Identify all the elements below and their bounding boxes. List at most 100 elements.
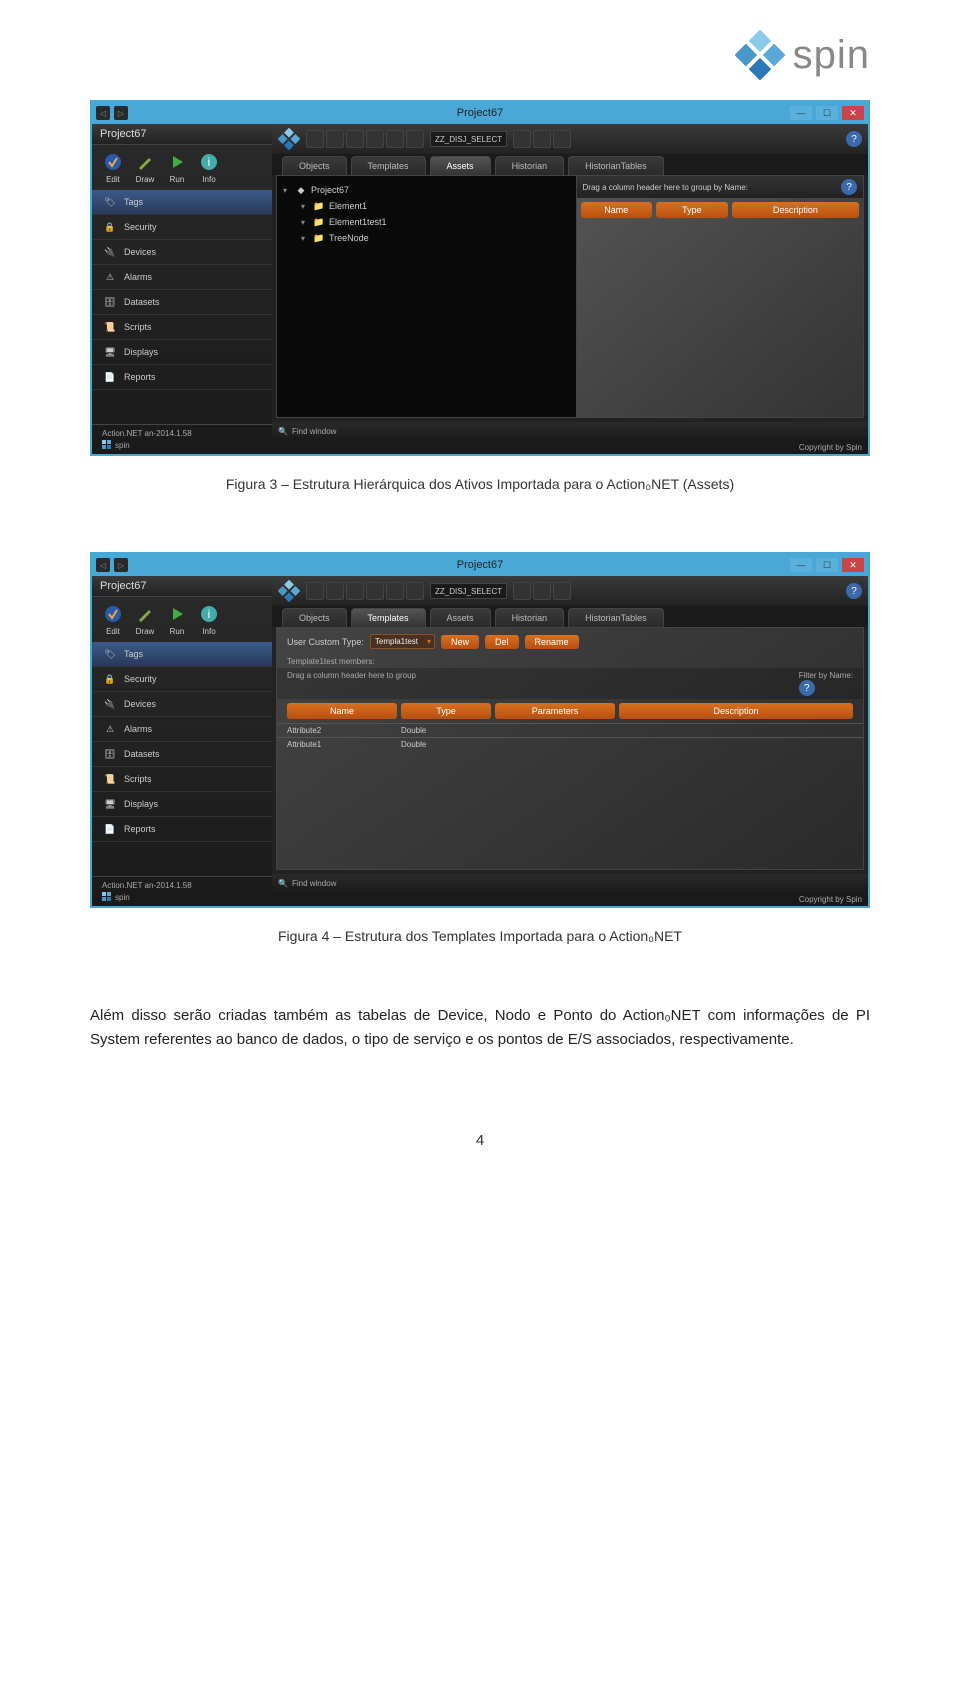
search-icon: 🔍 bbox=[278, 879, 288, 888]
template-type-select[interactable]: Templa1test bbox=[370, 634, 435, 649]
sidebar-item-security[interactable]: 🔒Security bbox=[92, 667, 272, 692]
project-header[interactable]: Project67 bbox=[92, 124, 272, 145]
mode-info[interactable]: iInfo bbox=[198, 151, 220, 184]
mode-run[interactable]: Run bbox=[166, 151, 188, 184]
tab-historiantables[interactable]: HistorianTables bbox=[568, 156, 664, 175]
column-header-name[interactable]: Name bbox=[581, 202, 653, 218]
del-button[interactable]: Del bbox=[485, 635, 519, 649]
expand-icon[interactable]: ▾ bbox=[283, 186, 291, 195]
mode-info[interactable]: iInfo bbox=[198, 603, 220, 636]
tool-button[interactable] bbox=[346, 130, 364, 148]
tree-node[interactable]: ▾📁Element1 bbox=[283, 198, 570, 214]
nav-back-button[interactable]: ◁ bbox=[96, 106, 110, 120]
mode-draw[interactable]: Draw bbox=[134, 151, 156, 184]
sidebar-item-tags[interactable]: 🏷Tags bbox=[92, 642, 272, 667]
find-bar[interactable]: 🔍Find window bbox=[272, 874, 868, 892]
new-button[interactable]: New bbox=[441, 635, 479, 649]
sidebar-item-scripts[interactable]: 📜Scripts bbox=[92, 767, 272, 792]
tool-button[interactable] bbox=[533, 582, 551, 600]
figure-caption-1: Figura 3 – Estrutura Hierárquica dos Ati… bbox=[90, 476, 870, 492]
table-row[interactable]: Attribute2 Double bbox=[277, 723, 863, 737]
minimize-button[interactable]: — bbox=[790, 106, 812, 120]
mode-edit[interactable]: Edit bbox=[102, 151, 124, 184]
sidebar-item-security[interactable]: 🔒Security bbox=[92, 215, 272, 240]
tool-button[interactable] bbox=[406, 582, 424, 600]
help-button[interactable]: ? bbox=[841, 179, 857, 195]
nav-fwd-button[interactable]: ▷ bbox=[114, 106, 128, 120]
tab-templates[interactable]: Templates bbox=[351, 608, 426, 627]
properties-grid: Drag a column header here to group by Na… bbox=[576, 176, 864, 417]
tool-button[interactable] bbox=[306, 130, 324, 148]
expand-icon[interactable]: ▾ bbox=[301, 234, 309, 243]
close-button[interactable]: ✕ bbox=[842, 106, 864, 120]
expand-icon[interactable]: ▾ bbox=[301, 218, 309, 227]
tree-node[interactable]: ▾◆Project67 bbox=[283, 182, 570, 198]
nav-back-button[interactable]: ◁ bbox=[96, 558, 110, 572]
nav-fwd-button[interactable]: ▷ bbox=[114, 558, 128, 572]
tool-button[interactable] bbox=[406, 130, 424, 148]
close-button[interactable]: ✕ bbox=[842, 558, 864, 572]
sidebar-item-reports[interactable]: 📄Reports bbox=[92, 365, 272, 390]
tool-button[interactable] bbox=[513, 582, 531, 600]
column-header-description[interactable]: Description bbox=[619, 703, 853, 719]
maximize-button[interactable]: ☐ bbox=[816, 106, 838, 120]
sidebar-item-displays[interactable]: 🖥Displays bbox=[92, 792, 272, 817]
tab-templates[interactable]: Templates bbox=[351, 156, 426, 175]
version-footer: Action.NET an-2014.1.58 spin bbox=[92, 424, 272, 454]
column-header-type[interactable]: Type bbox=[401, 703, 491, 719]
sidebar-item-datasets[interactable]: 🗄Datasets bbox=[92, 742, 272, 767]
sidebar-item-reports[interactable]: 📄Reports bbox=[92, 817, 272, 842]
tool-button[interactable] bbox=[386, 130, 404, 148]
tab-historiantables[interactable]: HistorianTables bbox=[568, 608, 664, 627]
help-button[interactable]: ? bbox=[846, 131, 862, 147]
help-button[interactable]: ? bbox=[799, 680, 815, 696]
sidebar-item-tags[interactable]: 🏷Tags bbox=[92, 190, 272, 215]
spin-logo-icon bbox=[735, 30, 785, 80]
project-header[interactable]: Project67 bbox=[92, 576, 272, 597]
help-button[interactable]: ? bbox=[846, 583, 862, 599]
toolbar: ZZ_DISJ_SELECT ? bbox=[272, 124, 868, 154]
tab-historian[interactable]: Historian bbox=[495, 608, 565, 627]
maximize-button[interactable]: ☐ bbox=[816, 558, 838, 572]
sidebar-item-datasets[interactable]: 🗄Datasets bbox=[92, 290, 272, 315]
tool-button[interactable] bbox=[553, 130, 571, 148]
tool-button[interactable] bbox=[513, 130, 531, 148]
tab-assets[interactable]: Assets bbox=[430, 608, 491, 627]
sidebar-item-alarms[interactable]: ⚠Alarms bbox=[92, 265, 272, 290]
tree-node[interactable]: ▾📁TreeNode bbox=[283, 230, 570, 246]
tool-button[interactable] bbox=[366, 130, 384, 148]
tool-button[interactable] bbox=[366, 582, 384, 600]
toolbar-combo[interactable]: ZZ_DISJ_SELECT bbox=[430, 131, 507, 147]
tool-button[interactable] bbox=[533, 130, 551, 148]
mode-run[interactable]: Run bbox=[166, 603, 188, 636]
find-bar[interactable]: 🔍Find window bbox=[272, 422, 868, 440]
tab-historian[interactable]: Historian bbox=[495, 156, 565, 175]
body-paragraph: Além disso serão criadas também as tabel… bbox=[90, 1004, 870, 1052]
mode-draw[interactable]: Draw bbox=[134, 603, 156, 636]
tab-objects[interactable]: Objects bbox=[282, 156, 347, 175]
sidebar-item-scripts[interactable]: 📜Scripts bbox=[92, 315, 272, 340]
tool-button[interactable] bbox=[386, 582, 404, 600]
table-row[interactable]: Attribute1 Double bbox=[277, 737, 863, 751]
sidebar-item-displays[interactable]: 🖥Displays bbox=[92, 340, 272, 365]
sidebar-item-alarms[interactable]: ⚠Alarms bbox=[92, 717, 272, 742]
column-header-parameters[interactable]: Parameters bbox=[495, 703, 615, 719]
tool-button[interactable] bbox=[346, 582, 364, 600]
tool-button[interactable] bbox=[553, 582, 571, 600]
sidebar-item-devices[interactable]: 🔌Devices bbox=[92, 692, 272, 717]
tool-button[interactable] bbox=[326, 582, 344, 600]
tab-objects[interactable]: Objects bbox=[282, 608, 347, 627]
expand-icon[interactable]: ▾ bbox=[301, 202, 309, 211]
rename-button[interactable]: Rename bbox=[525, 635, 579, 649]
sidebar-item-devices[interactable]: 🔌Devices bbox=[92, 240, 272, 265]
minimize-button[interactable]: — bbox=[790, 558, 812, 572]
tree-node[interactable]: ▾📁Element1test1 bbox=[283, 214, 570, 230]
tool-button[interactable] bbox=[326, 130, 344, 148]
toolbar-combo[interactable]: ZZ_DISJ_SELECT bbox=[430, 583, 507, 599]
column-header-type[interactable]: Type bbox=[656, 202, 728, 218]
column-header-name[interactable]: Name bbox=[287, 703, 397, 719]
tool-button[interactable] bbox=[306, 582, 324, 600]
column-header-description[interactable]: Description bbox=[732, 202, 859, 218]
mode-edit[interactable]: Edit bbox=[102, 603, 124, 636]
tab-assets[interactable]: Assets bbox=[430, 156, 491, 175]
